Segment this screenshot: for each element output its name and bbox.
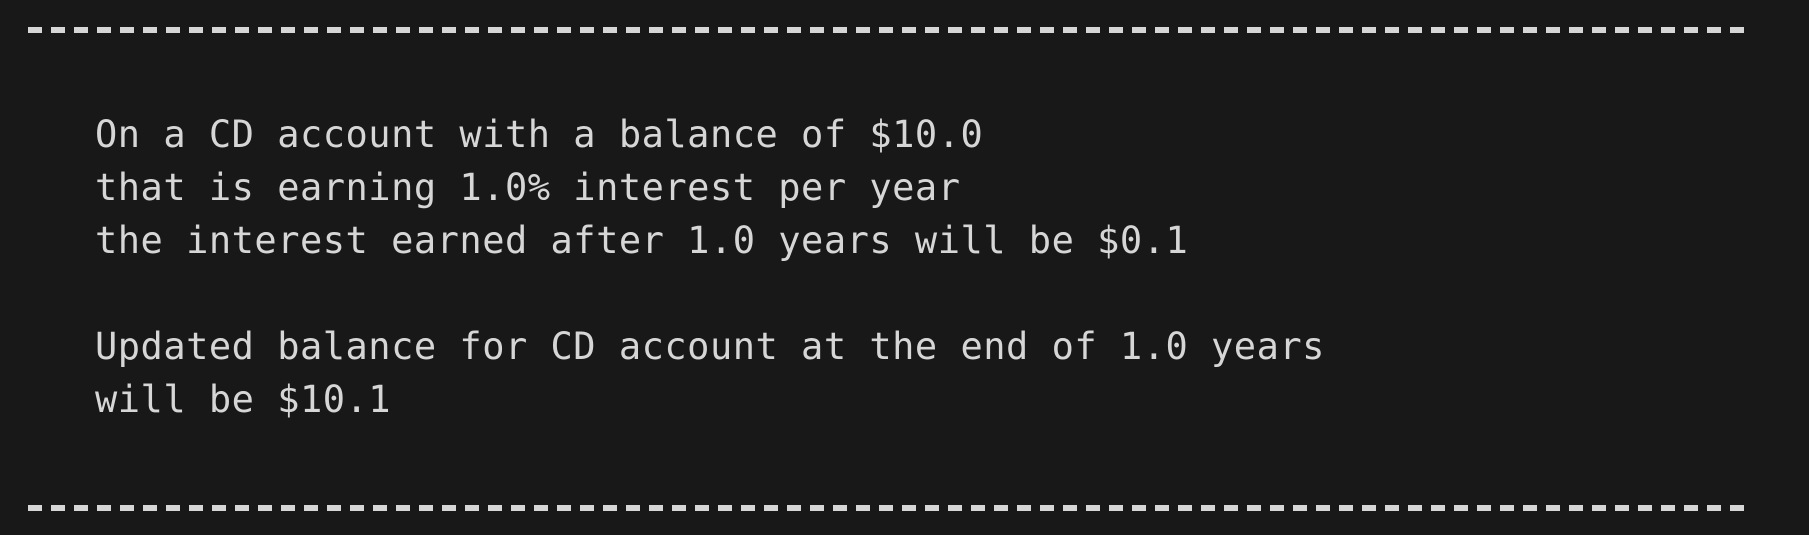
terminal-output: On a CD account with a balance of $10.0 … [0, 0, 1809, 535]
output-line-final-amount: will be $10.1 [95, 378, 392, 421]
output-line-interest: the interest earned after 1.0 years will… [95, 219, 1189, 262]
output-line-rate: that is earning 1.0% interest per year [95, 166, 961, 209]
separator-bottom [28, 505, 1753, 511]
output-line-updated-balance: Updated balance for CD account at the en… [95, 325, 1325, 368]
separator-top [28, 27, 1753, 33]
output-line-balance: On a CD account with a balance of $10.0 [95, 113, 984, 156]
